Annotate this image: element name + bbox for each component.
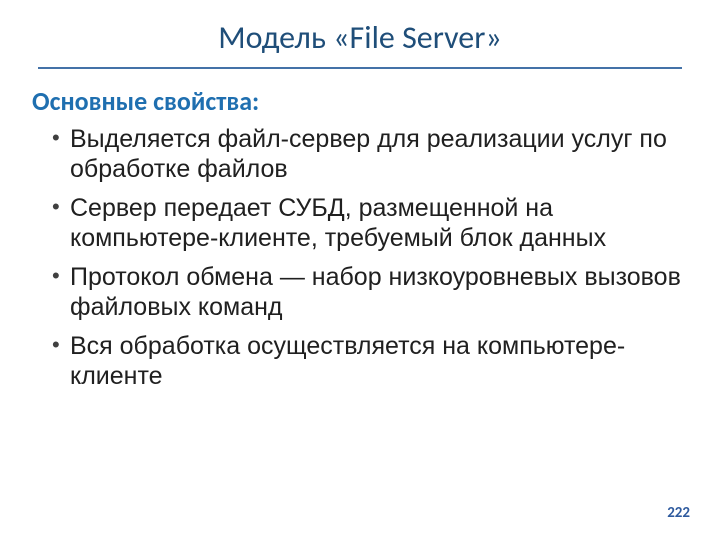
list-item: Выделяется файл-сервер для реализации ус… [52, 125, 682, 184]
title-underline [38, 67, 682, 69]
bullet-list: Выделяется файл-сервер для реализации ус… [38, 125, 682, 391]
list-item: Вся обработка осуществляется на компьюте… [52, 332, 682, 391]
page-number: 222 [667, 504, 690, 522]
list-item: Протокол обмена — набор низкоуровневых в… [52, 263, 682, 322]
slide-title: Модель «File Server» [38, 18, 682, 61]
slide-subtitle: Основные свойства: [32, 85, 682, 117]
list-item: Сервер передает СУБД, размещенной на ком… [52, 194, 682, 253]
slide-container: Модель «File Server» Основные свойства: … [0, 0, 720, 540]
